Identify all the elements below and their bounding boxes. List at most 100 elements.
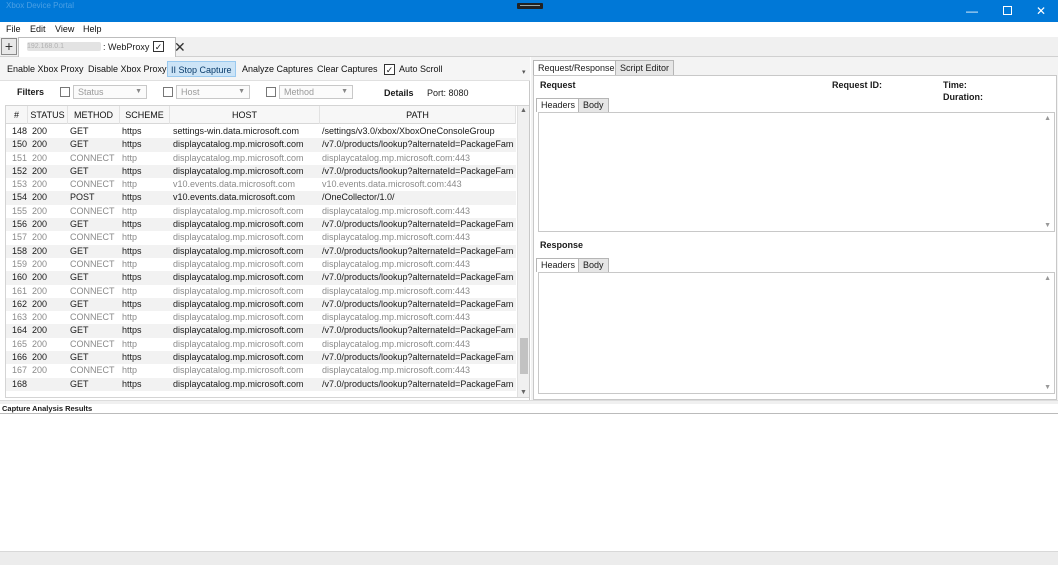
response-headers-tab[interactable]: Headers xyxy=(536,258,581,272)
enable-xbox-proxy-button[interactable]: Enable Xbox Proxy xyxy=(5,61,86,77)
add-tab-button[interactable]: + xyxy=(1,38,17,55)
menu-file[interactable]: File xyxy=(6,24,21,34)
pane-splitter[interactable] xyxy=(0,400,1058,404)
cell-host: displaycatalog.mp.microsoft.com xyxy=(173,338,304,349)
table-row[interactable]: 156 200 GET https displaycatalog.mp.microsof… xyxy=(6,218,516,232)
table-row[interactable]: 148 200 GET https settings-win.data.microsof… xyxy=(6,125,516,138)
column-header-scheme[interactable]: SCHEME xyxy=(120,106,170,124)
drag-grip-icon[interactable] xyxy=(517,3,543,9)
column-header-path[interactable]: PATH xyxy=(320,106,516,124)
request-headers-tab[interactable]: Headers xyxy=(536,98,581,112)
menu-edit[interactable]: Edit xyxy=(30,24,46,34)
table-row[interactable]: 154 200 POST https v10.events.data.microsoft… xyxy=(6,191,516,205)
cell-scheme: https xyxy=(122,192,142,203)
cell-scheme: https xyxy=(122,245,142,256)
close-tab-icon[interactable]: ✕ xyxy=(174,39,186,56)
cell-path: /settings/v3.0/xbox/XboxOneConsoleGroup xyxy=(322,126,495,136)
tab-request-response[interactable]: Request/Response xyxy=(533,60,620,75)
request-body-tab[interactable]: Body xyxy=(578,98,609,112)
column-header-method[interactable]: METHOD xyxy=(68,106,120,124)
filters-label: Filters xyxy=(17,87,45,97)
menu-view[interactable]: View xyxy=(55,24,74,34)
scroll-down-icon[interactable]: ▼ xyxy=(1044,222,1051,229)
table-row[interactable]: 158 200 GET https displaycatalog.mp.microsof… xyxy=(6,244,516,258)
cell-status: 200 xyxy=(32,338,48,349)
table-row[interactable]: 157 200 CONNECT http displaycatalog.mp.micro… xyxy=(6,231,516,244)
response-content-box[interactable]: ▲ ▼ xyxy=(538,272,1055,394)
table-row[interactable]: 159 200 CONNECT http displaycatalog.mp.micro… xyxy=(6,258,516,271)
response-body-tab[interactable]: Body xyxy=(578,258,609,272)
table-row[interactable]: 151 200 CONNECT http displaycatalog.mp.micro… xyxy=(6,152,516,165)
tab-enabled-checkbox[interactable]: ✓ xyxy=(153,41,164,52)
scroll-down-icon[interactable]: ▼ xyxy=(520,389,527,396)
close-window-button[interactable]: ✕ xyxy=(1024,0,1058,22)
cell-status: 200 xyxy=(32,285,48,296)
cell-host: displaycatalog.mp.microsoft.com xyxy=(173,285,304,296)
host-filter-checkbox[interactable] xyxy=(163,87,173,97)
cell-host: displaycatalog.mp.microsoft.com xyxy=(173,298,304,309)
column-header-status[interactable]: STATUS xyxy=(28,106,68,124)
method-filter-checkbox[interactable] xyxy=(266,87,276,97)
scrollbar-thumb[interactable] xyxy=(520,338,528,374)
host-filter-dropdown[interactable]: Host ▼ xyxy=(176,85,250,99)
grid-header: # STATUS METHOD SCHEME HOST PATH xyxy=(6,106,516,124)
table-row[interactable]: 167 200 CONNECT http displaycatalog.mp.micro… xyxy=(6,364,516,377)
tab-script-editor[interactable]: Script Editor xyxy=(615,60,675,75)
status-filter-dropdown[interactable]: Status ▼ xyxy=(73,85,147,99)
minimize-button[interactable]: — xyxy=(955,0,989,22)
table-row[interactable]: 168 GET https displaycatalog.mp.microsoft.c… xyxy=(6,377,516,391)
grid-scrollbar[interactable]: ▲ ▼ xyxy=(517,106,529,397)
cell-host: displaycatalog.mp.microsoft.com xyxy=(173,205,304,216)
method-filter-dropdown[interactable]: Method ▼ xyxy=(279,85,353,99)
cell-host: displaycatalog.mp.microsoft.com xyxy=(173,378,304,389)
table-row[interactable]: 164 200 GET https displaycatalog.mp.microsof… xyxy=(6,324,516,338)
auto-scroll-checkbox[interactable]: ✓ xyxy=(384,64,395,75)
webproxy-tab[interactable]: 192.168.0.1 : WebProxy ✓ ✕ xyxy=(18,37,186,57)
cell-status: 200 xyxy=(32,312,48,323)
cell-path: displaycatalog.mp.microsoft.com:443 xyxy=(322,232,471,243)
cell-path: displaycatalog.mp.microsoft.com:443 xyxy=(322,258,471,269)
cell-path: /v7.0/products/lookup?alternateId=Packag… xyxy=(322,298,514,309)
response-section-label: Response xyxy=(540,240,584,250)
cell-host: displaycatalog.mp.microsoft.com xyxy=(173,258,304,269)
column-header-host[interactable]: HOST xyxy=(170,106,320,124)
table-row[interactable]: 150 200 GET https displaycatalog.mp.microsof… xyxy=(6,138,516,152)
table-row[interactable]: 155 200 CONNECT http displaycatalog.mp.micro… xyxy=(6,205,516,218)
cell-method: GET xyxy=(70,378,89,389)
cell-status: 200 xyxy=(32,219,48,230)
cell-number: 150 xyxy=(12,139,28,150)
toolbar-overflow-icon[interactable]: ▾ xyxy=(522,68,526,76)
status-filter-checkbox[interactable] xyxy=(60,87,70,97)
table-row[interactable]: 161 200 CONNECT http displaycatalog.mp.micro… xyxy=(6,285,516,298)
scroll-up-icon[interactable]: ▲ xyxy=(1044,115,1051,122)
clear-captures-button[interactable]: Clear Captures xyxy=(315,61,380,77)
cell-method: GET xyxy=(70,272,89,283)
cell-status: 200 xyxy=(32,352,48,363)
column-header-number[interactable]: # xyxy=(6,106,28,124)
request-content-box[interactable]: ▲ ▼ xyxy=(538,112,1055,232)
details-label: Details xyxy=(384,88,414,98)
table-row[interactable]: 160 200 GET https displaycatalog.mp.microsof… xyxy=(6,271,516,285)
maximize-button[interactable] xyxy=(990,0,1024,22)
cell-number: 165 xyxy=(12,338,28,349)
scroll-up-icon[interactable]: ▲ xyxy=(520,107,527,114)
cell-number: 161 xyxy=(12,285,28,296)
scroll-up-icon[interactable]: ▲ xyxy=(1044,275,1051,282)
analyze-captures-button[interactable]: Analyze Captures xyxy=(240,61,315,77)
table-row[interactable]: 162 200 GET https displaycatalog.mp.microsof… xyxy=(6,297,516,312)
request-section-label: Request xyxy=(540,80,576,90)
cell-method: CONNECT xyxy=(70,312,115,323)
table-row[interactable]: 165 200 CONNECT http displaycatalog.mp.micro… xyxy=(6,338,516,351)
stop-capture-button[interactable]: II Stop Capture xyxy=(167,61,236,77)
table-row[interactable]: 152 200 GET https displaycatalog.mp.microsof… xyxy=(6,164,516,179)
cell-method: GET xyxy=(70,126,89,136)
time-label: Time: xyxy=(943,80,967,90)
chevron-down-icon: ▼ xyxy=(135,88,142,95)
cell-host: displaycatalog.mp.microsoft.com xyxy=(173,365,304,376)
table-row[interactable]: 153 200 CONNECT http v10.events.data.microso… xyxy=(6,178,516,191)
table-row[interactable]: 163 200 CONNECT http displaycatalog.mp.micro… xyxy=(6,311,516,324)
table-row[interactable]: 166 200 GET https displaycatalog.mp.microsof… xyxy=(6,351,516,365)
menu-help[interactable]: Help xyxy=(83,24,102,34)
disable-xbox-proxy-button[interactable]: Disable Xbox Proxy xyxy=(86,61,169,77)
scroll-down-icon[interactable]: ▼ xyxy=(1044,384,1051,391)
